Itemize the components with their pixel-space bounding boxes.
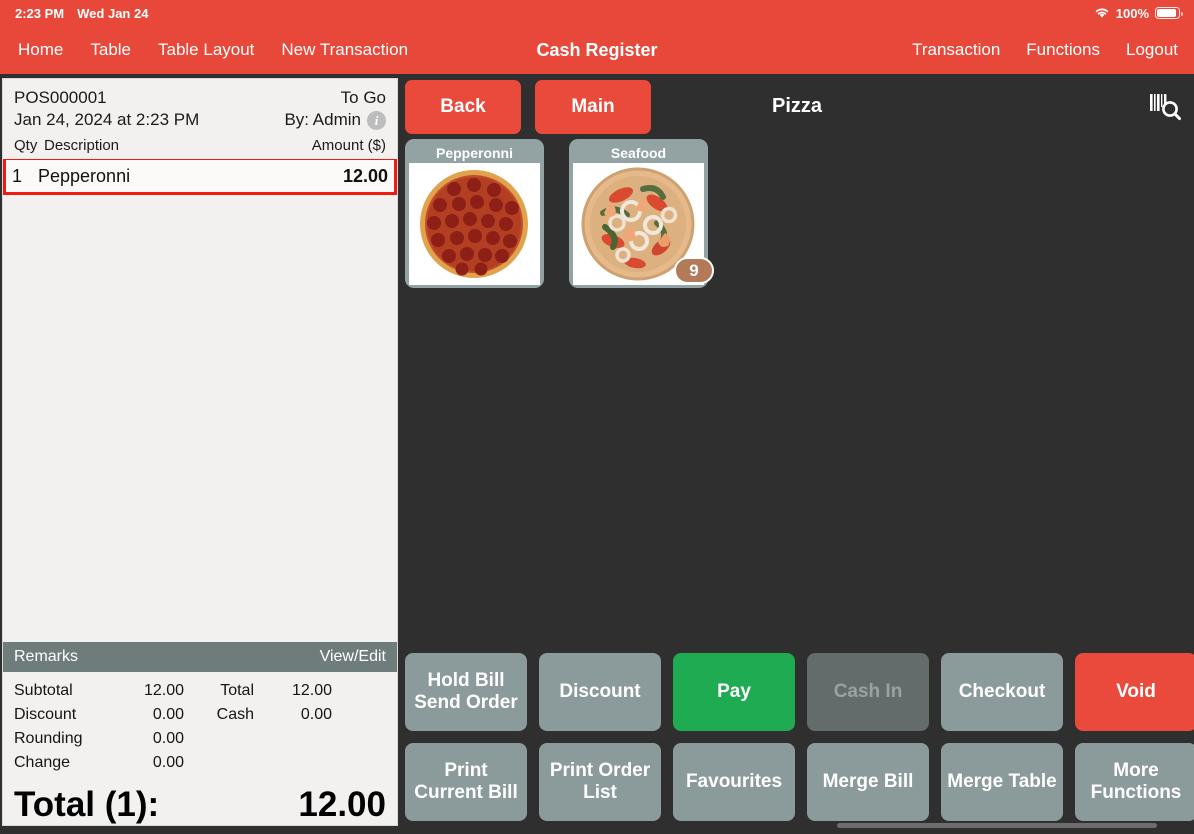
subtotal-label: Subtotal [14,682,73,699]
receipt-header-row-2: Jan 24, 2024 at 2:23 PM By: Admin i [14,109,386,131]
battery-icon [1155,7,1183,19]
pos-app-screen: 2:23 PM Wed Jan 24 100% Cash Register Ho… [0,0,1194,834]
cash-in-button: Cash In [807,653,929,731]
column-header-description: Description [44,137,120,154]
info-icon[interactable]: i [367,110,386,130]
nav-transaction[interactable]: Transaction [912,40,1000,60]
status-time: 2:23 PM [15,5,65,21]
receipt-column-headers: Qty Description Amount ($) [3,131,397,159]
merge-table-button[interactable]: Merge Table [941,743,1063,821]
product-tile-seafood[interactable]: Seafood 9 [569,139,714,288]
change-value: 0.00 [152,754,184,771]
receipt-header-row-1: POS000001 To Go [14,87,386,109]
line-item-qty: 1 [12,165,23,186]
status-bar-right: 100% [1094,6,1194,21]
line-item-description: Pepperonni [38,165,131,186]
more-functions-button[interactable]: More Functions [1075,743,1194,821]
action-button-grid: Hold Bill Send Order Discount Pay Cash In… [405,653,1194,821]
receipt-panel: POS000001 To Go Jan 24, 2024 at 2:23 PM … [2,78,398,826]
merge-bill-button[interactable]: Merge Bill [807,743,929,821]
cash-value: 0.00 [300,706,332,723]
change-label: Change [14,754,71,771]
checkout-button[interactable]: Checkout [941,653,1063,731]
receipt-line-items-list[interactable]: 1 Pepperonni 12.00 [3,159,397,642]
cash-label: Cash [216,706,254,723]
back-button[interactable]: Back [405,80,521,134]
status-date: Wed Jan 24 [77,5,149,21]
summary-spacer-3 [184,751,254,775]
discount-label: Discount [14,706,77,723]
void-button[interactable]: Void [1075,653,1194,731]
bill-number: POS000001 [14,88,107,107]
print-order-list-button[interactable]: Print Order List [539,743,661,821]
hold-bill-send-order-button[interactable]: Hold Bill Send Order [405,653,527,731]
product-name: Seafood [610,145,667,161]
nav-table-layout[interactable]: Table Layout [158,40,254,60]
print-current-bill-button[interactable]: Print Current Bill [405,743,527,821]
grand-total-row: Total (1): 12.00 [3,775,397,825]
grand-total-value: 12.00 [298,785,386,824]
summary-spacer-1 [184,727,254,751]
nav-functions[interactable]: Functions [1026,40,1100,60]
navigation-right-group: Transaction Functions Logout [912,26,1178,74]
status-bar-left: 2:23 PM Wed Jan 24 [0,6,148,21]
nav-home[interactable]: Home [18,40,63,60]
receipt-line-item[interactable]: 1 Pepperonni 12.00 [3,159,397,195]
cashier-label: By: Admin [284,110,361,129]
remarks-view-edit-link[interactable]: View/Edit [320,648,386,666]
receipt-summary: Subtotal 12.00 Total 12.00 Discount 0.00… [3,672,397,775]
pay-button[interactable]: Pay [673,653,795,731]
navigation-left-group: Home Table Table Layout New Transaction [18,26,408,74]
category-nav-buttons: Back Main [405,80,651,134]
receipt-header: POS000001 To Go Jan 24, 2024 at 2:23 PM … [3,79,397,131]
nav-new-transaction[interactable]: New Transaction [281,40,408,60]
navigation-bar: Cash Register Home Table Table Layout Ne… [0,26,1194,74]
product-quantity-badge: 9 [674,257,714,284]
remarks-bar[interactable]: Remarks View/Edit [3,642,397,672]
subtotal-value: 12.00 [143,682,184,699]
wifi-icon [1094,7,1110,19]
home-indicator [837,823,1157,828]
rounding-label: Rounding [14,730,83,747]
status-bar: 2:23 PM Wed Jan 24 100% [0,0,1194,26]
remarks-label: Remarks [14,648,79,665]
product-tile-pepperonni[interactable]: Pepperonni [405,139,544,288]
order-type-label: To Go [340,88,386,107]
summary-spacer-2 [254,727,332,751]
battery-percent-label: 100% [1115,5,1149,21]
total-label: Total [220,682,254,699]
line-item-amount: 12.00 [342,165,388,186]
bill-datetime: Jan 24, 2024 at 2:23 PM [14,110,200,129]
total-value: 12.00 [291,682,332,699]
product-grid: Pepperonni Seafood 9 [405,139,714,288]
product-name: Pepperonni [435,145,513,161]
discount-value: 0.00 [152,706,184,723]
nav-table[interactable]: Table [90,40,131,60]
summary-spacer-4 [254,751,332,775]
main-button[interactable]: Main [535,80,651,134]
favourites-button[interactable]: Favourites [673,743,795,821]
pepperoni-pizza-image [409,163,540,285]
column-header-amount: Amount ($) [311,137,386,154]
summary-grid: Subtotal 12.00 Total 12.00 Discount 0.00… [14,679,386,775]
cashier-group: By: Admin i [284,109,386,131]
column-header-qty: Qty [14,137,38,154]
rounding-value: 0.00 [152,730,184,747]
main-content-area: Pizza Back Main Pepperonni Seafood 9 Hol… [400,78,1194,834]
barcode-search-icon[interactable] [1148,92,1182,122]
grand-total-label: Total (1): [14,785,160,824]
nav-logout[interactable]: Logout [1126,40,1178,60]
discount-button[interactable]: Discount [539,653,661,731]
